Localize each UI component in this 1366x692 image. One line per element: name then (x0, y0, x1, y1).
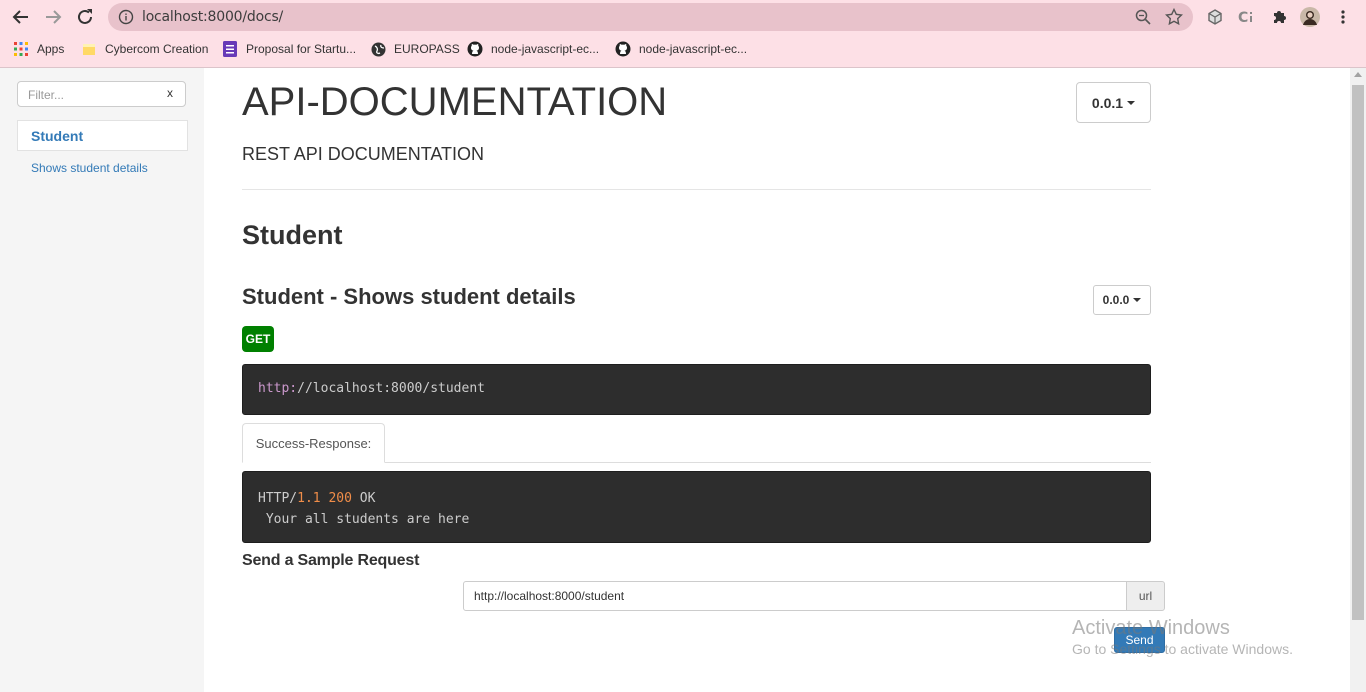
sidebar-item-shows-student-details[interactable]: Shows student details (31, 161, 148, 175)
bookmark-label: Apps (37, 42, 65, 56)
bookmark-proposal[interactable]: Proposal for Startu... (222, 40, 356, 58)
caret-down-icon (1127, 100, 1136, 105)
bookmark-label: node-javascript-ec... (639, 42, 748, 56)
github-icon (467, 41, 483, 57)
response-version: 1.1 (297, 491, 321, 506)
response-status: 200 (328, 491, 352, 506)
filter-input[interactable] (28, 86, 158, 104)
endpoint-version-dropdown[interactable]: 0.0.0 (1093, 285, 1151, 315)
sample-request-title: Send a Sample Request (242, 552, 420, 569)
apps-grid-icon (13, 41, 29, 57)
bookmark-label: EUROPASS (394, 42, 460, 56)
response-body: Your all students are here (258, 512, 470, 527)
arrow-right-icon (46, 10, 62, 24)
version-dropdown[interactable]: 0.0.1 (1076, 82, 1151, 123)
forward-button[interactable] (41, 5, 65, 29)
activation-watermark-hint: Go to Settings to activate Windows. (1072, 641, 1293, 657)
docs-page: x Student Shows student details API-DOCU… (0, 68, 1350, 692)
url-protocol: http: (258, 381, 298, 396)
reload-button[interactable] (73, 5, 97, 29)
filter-box: x (17, 81, 186, 107)
page-scrollbar[interactable] (1350, 68, 1366, 692)
arrow-left-icon (12, 10, 28, 24)
svg-text:C: C (1238, 10, 1248, 25)
response-proto: HTTP/ (258, 491, 298, 506)
success-response-code: HTTP/1.1 200 OK Your all students are he… (242, 471, 1151, 543)
bookmark-label: Proposal for Startu... (246, 42, 357, 56)
github-icon (615, 41, 631, 57)
profile-avatar[interactable] (1300, 7, 1320, 27)
page-subtitle: REST API DOCUMENTATION (242, 144, 485, 164)
back-button[interactable] (9, 5, 33, 29)
response-tabs: Success-Response: (242, 423, 1151, 463)
sidebar: x Student Shows student details (0, 68, 204, 692)
bookmark-apps[interactable]: Apps (13, 40, 64, 58)
forms-icon (222, 41, 238, 57)
reload-icon (78, 9, 92, 24)
bookmark-node-1[interactable]: node-javascript-ec... (467, 40, 599, 58)
bookmark-label: Cybercom Creation (105, 42, 209, 56)
sidebar-item-student[interactable]: Student (17, 120, 188, 151)
page-title: API-DOCUMENTATION (242, 80, 668, 124)
divider (242, 189, 1151, 190)
endpoint-version-label: 0.0.0 (1102, 293, 1130, 307)
activation-watermark-title: Activate Windows (1072, 617, 1230, 639)
menu-kebab-icon[interactable] (1333, 7, 1353, 27)
tab-success-response[interactable]: Success-Response: (242, 423, 385, 463)
address-bar[interactable]: localhost:8000/docs/ (108, 3, 1193, 31)
caret-down-icon (1133, 298, 1142, 302)
endpoint-url-code: http://localhost:8000/student (242, 364, 1151, 415)
bookmark-europass[interactable]: EUROPASS (370, 40, 460, 58)
bookmark-node-2[interactable]: node-javascript-ec... (615, 40, 747, 58)
extensions-puzzle-icon[interactable] (1269, 7, 1289, 27)
response-status-line: HTTP/1.1 200 OK (258, 488, 1135, 509)
bookmark-cybercom[interactable]: Cybercom Creation (81, 40, 208, 58)
filter-clear-button[interactable]: x (167, 86, 173, 100)
address-url[interactable]: localhost:8000/docs/ (142, 9, 283, 25)
sample-url-input[interactable] (463, 581, 1127, 611)
method-badge: GET (242, 326, 274, 352)
folder-icon (81, 41, 97, 57)
response-status-text: OK (359, 491, 376, 506)
bookmarks-bar: Apps Cybercom Creation Proposal for Star… (0, 38, 1366, 60)
extension-cube-icon[interactable] (1205, 7, 1225, 27)
scrollbar-thumb[interactable] (1352, 85, 1364, 620)
info-icon[interactable] (118, 9, 134, 25)
url-addon-label: url (1126, 581, 1165, 611)
endpoint-title: Student - Shows student details (242, 284, 576, 309)
url-path: //localhost:8000/student (297, 381, 485, 396)
version-label: 0.0.1 (1091, 94, 1124, 111)
main-content: API-DOCUMENTATION 0.0.1 REST API DOCUMEN… (242, 68, 1165, 692)
section-title: Student (242, 220, 343, 250)
zoom-icon[interactable] (1135, 9, 1151, 25)
star-icon[interactable] (1165, 8, 1183, 26)
extension-ci-icon[interactable]: C (1237, 7, 1257, 27)
globe-icon (370, 41, 386, 57)
scroll-up-icon[interactable] (1354, 72, 1362, 77)
bookmark-label: node-javascript-ec... (491, 42, 600, 56)
browser-toolbar: localhost:8000/docs/ C Apps Cybercom Cre… (0, 0, 1366, 68)
